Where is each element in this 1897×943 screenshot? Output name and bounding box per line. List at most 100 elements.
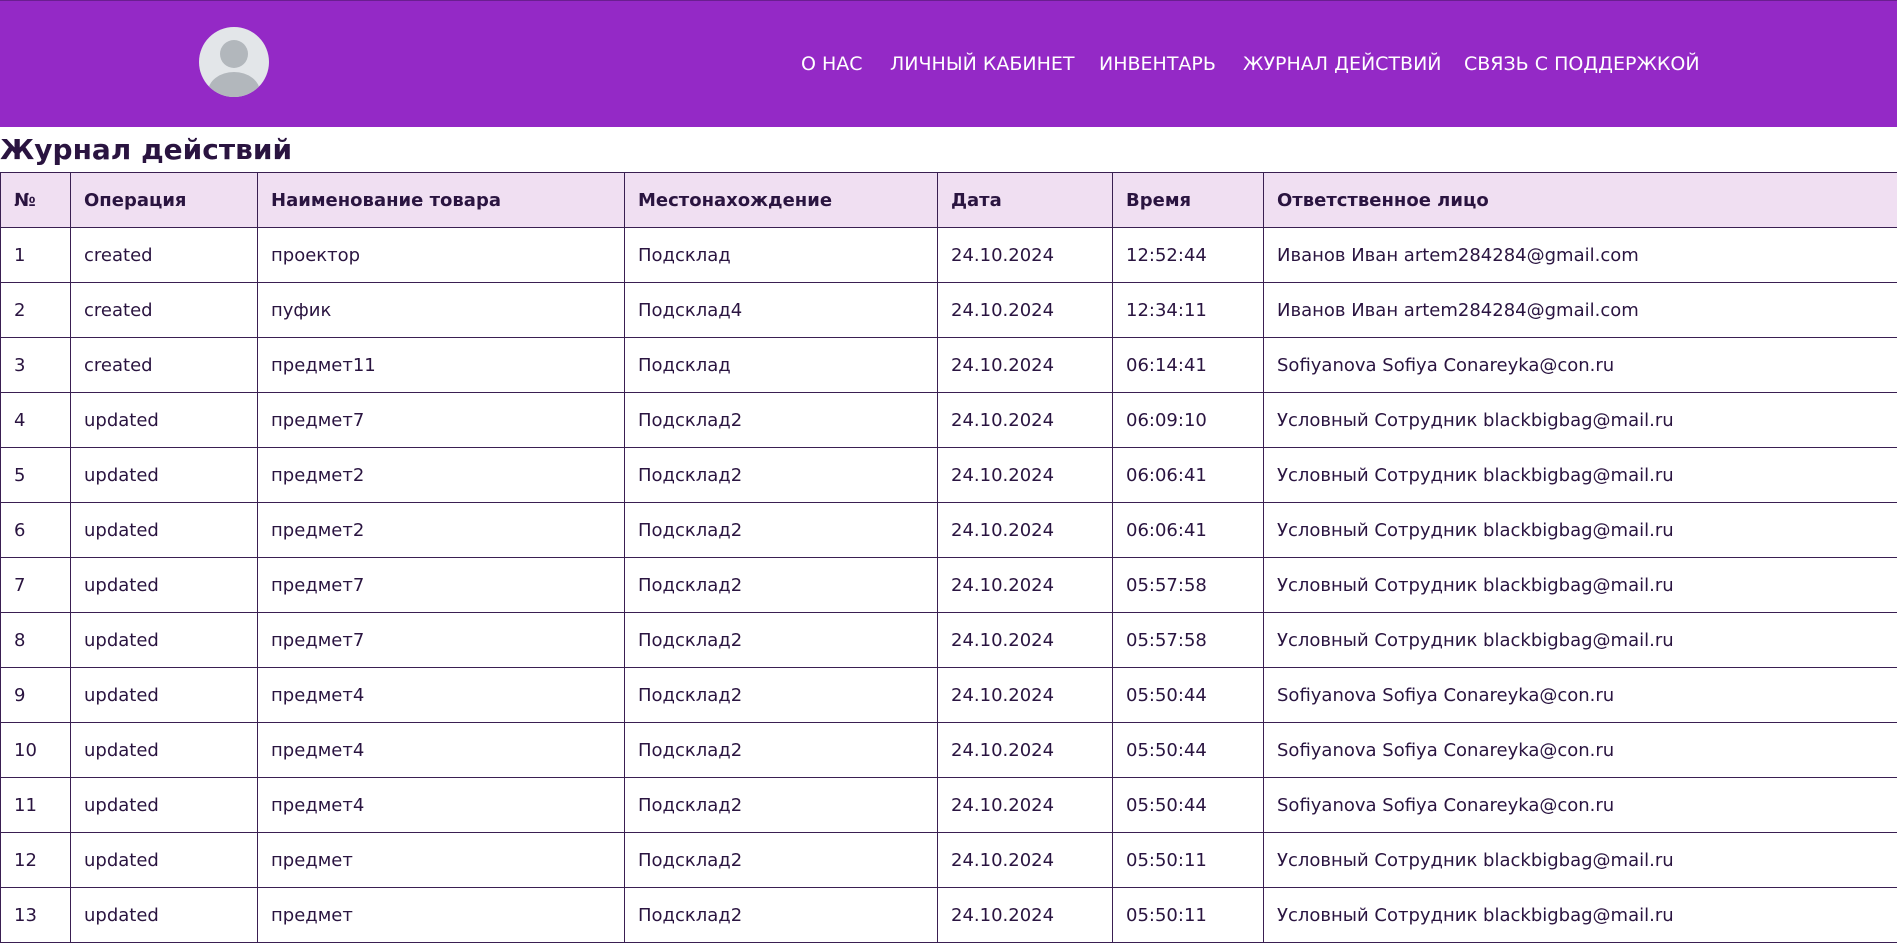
cell-time: 05:50:44 (1113, 668, 1264, 723)
column-header-number[interactable]: № (1, 173, 71, 228)
cell-number: 1 (1, 228, 71, 283)
cell-item-name: предмет2 (258, 448, 625, 503)
cell-date: 24.10.2024 (938, 503, 1113, 558)
table-row[interactable]: 7updatedпредмет7Подсклад224.10.202405:57… (1, 558, 1897, 613)
nav-link-account[interactable]: ЛИЧНЫЙ КАБИНЕТ (890, 53, 1074, 75)
cell-operation: updated (71, 778, 258, 833)
cell-time: 06:14:41 (1113, 338, 1264, 393)
table-row[interactable]: 2createdпуфикПодсклад424.10.202412:34:11… (1, 283, 1897, 338)
cell-date: 24.10.2024 (938, 393, 1113, 448)
cell-time: 05:50:44 (1113, 723, 1264, 778)
table-row[interactable]: 3createdпредмет11Подсклад24.10.202406:14… (1, 338, 1897, 393)
table-row[interactable]: 5updatedпредмет2Подсклад224.10.202406:06… (1, 448, 1897, 503)
column-header-location[interactable]: Местонахождение (625, 173, 938, 228)
cell-number: 2 (1, 283, 71, 338)
nav-link-about[interactable]: О НАС (801, 53, 863, 75)
cell-time: 06:06:41 (1113, 448, 1264, 503)
cell-responsible: Иванов Иван artem284284@gmail.com (1264, 283, 1897, 338)
cell-location: Подсклад2 (625, 833, 938, 888)
cell-operation: updated (71, 888, 258, 943)
table-row[interactable]: 1createdпроекторПодсклад24.10.202412:52:… (1, 228, 1897, 283)
cell-location: Подсклад4 (625, 283, 938, 338)
cell-item-name: предмет11 (258, 338, 625, 393)
cell-operation: updated (71, 723, 258, 778)
cell-item-name: предмет7 (258, 558, 625, 613)
cell-responsible: Условный Сотрудник blackbigbag@mail.ru (1264, 448, 1897, 503)
table-row[interactable]: 8updatedпредмет7Подсклад224.10.202405:57… (1, 613, 1897, 668)
cell-date: 24.10.2024 (938, 283, 1113, 338)
cell-operation: updated (71, 668, 258, 723)
cell-operation: updated (71, 503, 258, 558)
cell-operation: updated (71, 833, 258, 888)
cell-date: 24.10.2024 (938, 558, 1113, 613)
cell-number: 11 (1, 778, 71, 833)
cell-date: 24.10.2024 (938, 888, 1113, 943)
cell-responsible: Условный Сотрудник blackbigbag@mail.ru (1264, 558, 1897, 613)
cell-location: Подсклад2 (625, 778, 938, 833)
column-header-operation[interactable]: Операция (71, 173, 258, 228)
site-header: О НАС ЛИЧНЫЙ КАБИНЕТ ИНВЕНТАРЬ ЖУРНАЛ ДЕ… (0, 0, 1897, 127)
table-row[interactable]: 13updatedпредметПодсклад224.10.202405:50… (1, 888, 1897, 943)
cell-time: 05:50:44 (1113, 778, 1264, 833)
column-header-date[interactable]: Дата (938, 173, 1113, 228)
cell-location: Подсклад2 (625, 393, 938, 448)
cell-item-name: предмет2 (258, 503, 625, 558)
table-row[interactable]: 4updatedпредмет7Подсклад224.10.202406:09… (1, 393, 1897, 448)
cell-location: Подсклад2 (625, 613, 938, 668)
cell-responsible: Sofiyanova Sofiya Conareyka@con.ru (1264, 723, 1897, 778)
column-header-item-name[interactable]: Наименование товара (258, 173, 625, 228)
cell-number: 6 (1, 503, 71, 558)
cell-item-name: проектор (258, 228, 625, 283)
table-row[interactable]: 6updatedпредмет2Подсклад224.10.202406:06… (1, 503, 1897, 558)
cell-location: Подсклад2 (625, 448, 938, 503)
cell-date: 24.10.2024 (938, 228, 1113, 283)
nav-link-action-log[interactable]: ЖУРНАЛ ДЕЙСТВИЙ (1243, 53, 1442, 75)
nav-link-inventory[interactable]: ИНВЕНТАРЬ (1099, 53, 1216, 75)
table-row[interactable]: 9updatedпредмет4Подсклад224.10.202405:50… (1, 668, 1897, 723)
cell-time: 12:52:44 (1113, 228, 1264, 283)
cell-operation: created (71, 228, 258, 283)
cell-number: 13 (1, 888, 71, 943)
cell-operation: created (71, 283, 258, 338)
cell-number: 3 (1, 338, 71, 393)
cell-date: 24.10.2024 (938, 833, 1113, 888)
column-header-time[interactable]: Время (1113, 173, 1264, 228)
cell-location: Подсклад (625, 228, 938, 283)
table-row[interactable]: 11updatedпредмет4Подсклад224.10.202405:5… (1, 778, 1897, 833)
nav-link-support[interactable]: СВЯЗЬ С ПОДДЕРЖКОЙ (1464, 53, 1700, 75)
cell-item-name: предмет (258, 833, 625, 888)
table-row[interactable]: 10updatedпредмет4Подсклад224.10.202405:5… (1, 723, 1897, 778)
cell-item-name: предмет4 (258, 723, 625, 778)
cell-responsible: Sofiyanova Sofiya Conareyka@con.ru (1264, 668, 1897, 723)
cell-number: 8 (1, 613, 71, 668)
cell-item-name: предмет7 (258, 613, 625, 668)
cell-responsible: Sofiyanova Sofiya Conareyka@con.ru (1264, 778, 1897, 833)
cell-responsible: Иванов Иван artem284284@gmail.com (1264, 228, 1897, 283)
main-nav: О НАС ЛИЧНЫЙ КАБИНЕТ ИНВЕНТАРЬ ЖУРНАЛ ДЕ… (0, 53, 1897, 81)
table-row[interactable]: 12updatedпредметПодсклад224.10.202405:50… (1, 833, 1897, 888)
action-log-table: № Операция Наименование товара Местонахо… (0, 172, 1897, 943)
cell-responsible: Sofiyanova Sofiya Conareyka@con.ru (1264, 338, 1897, 393)
cell-time: 05:50:11 (1113, 833, 1264, 888)
cell-item-name: предмет4 (258, 668, 625, 723)
cell-number: 10 (1, 723, 71, 778)
cell-responsible: Условный Сотрудник blackbigbag@mail.ru (1264, 613, 1897, 668)
cell-date: 24.10.2024 (938, 723, 1113, 778)
cell-responsible: Условный Сотрудник blackbigbag@mail.ru (1264, 393, 1897, 448)
cell-location: Подсклад2 (625, 558, 938, 613)
column-header-responsible[interactable]: Ответственное лицо (1264, 173, 1897, 228)
cell-number: 9 (1, 668, 71, 723)
table-header-row: № Операция Наименование товара Местонахо… (1, 173, 1897, 228)
cell-number: 12 (1, 833, 71, 888)
cell-operation: updated (71, 558, 258, 613)
cell-location: Подсклад2 (625, 503, 938, 558)
cell-date: 24.10.2024 (938, 613, 1113, 668)
cell-operation: updated (71, 613, 258, 668)
cell-time: 05:57:58 (1113, 613, 1264, 668)
cell-responsible: Условный Сотрудник blackbigbag@mail.ru (1264, 503, 1897, 558)
cell-number: 7 (1, 558, 71, 613)
cell-time: 06:09:10 (1113, 393, 1264, 448)
cell-operation: updated (71, 448, 258, 503)
cell-item-name: предмет (258, 888, 625, 943)
cell-date: 24.10.2024 (938, 778, 1113, 833)
